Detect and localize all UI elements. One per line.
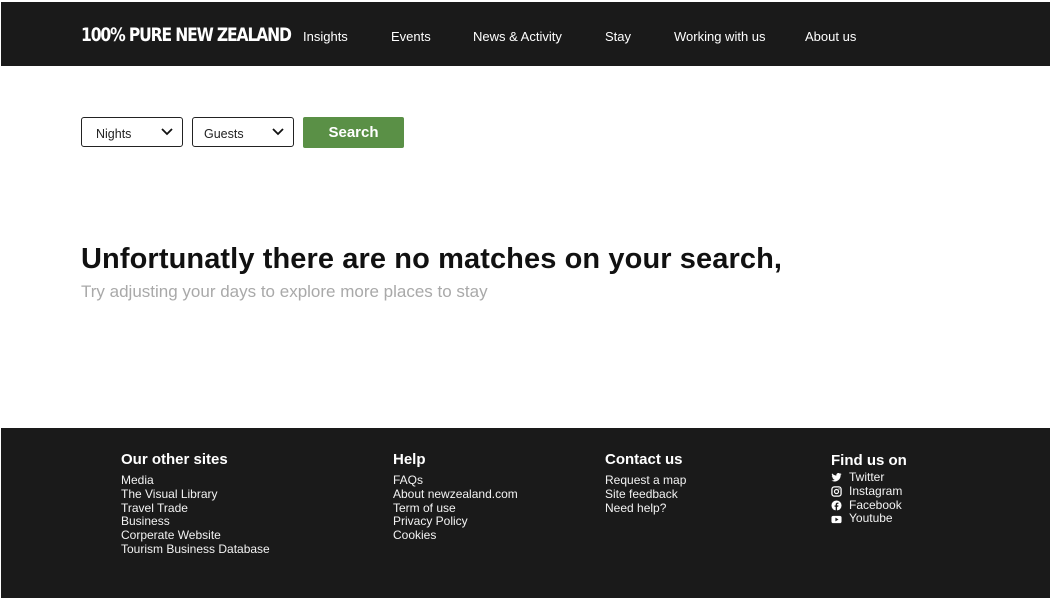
nav-news-activity[interactable]: News & Activity: [473, 29, 562, 44]
nav-working-with-us[interactable]: Working with us: [674, 29, 766, 44]
footer-link-site-feedback[interactable]: Site feedback: [605, 487, 686, 502]
no-results-headline: Unfortunatly there are no matches on you…: [81, 243, 783, 275]
chevron-down-icon: [272, 128, 284, 136]
footer-link-visual-library[interactable]: The Visual Library: [121, 487, 270, 502]
guests-select[interactable]: Guests: [192, 117, 294, 147]
nav-insights[interactable]: Insights: [303, 29, 348, 44]
youtube-label: Youtube: [849, 511, 893, 526]
footer-link-business[interactable]: Business: [121, 515, 270, 529]
footer-other-sites: Our other sites Media The Visual Library…: [121, 451, 270, 557]
site-logo[interactable]: 100% PURE NEW ZEALAND: [81, 24, 292, 46]
facebook-label: Facebook: [849, 497, 902, 512]
footer-link-twitter[interactable]: Twitter: [831, 470, 907, 485]
twitter-label: Twitter: [849, 470, 885, 484]
instagram-label: Instagram: [849, 483, 903, 498]
footer-help-title: Help: [393, 451, 426, 468]
nav-events[interactable]: Events: [391, 29, 431, 44]
footer-link-cookies[interactable]: Cookies: [393, 528, 518, 543]
twitter-icon: [831, 473, 842, 482]
nights-select[interactable]: Nights: [81, 117, 183, 147]
footer-contact: Contact us Request a map Site feedback N…: [605, 451, 686, 515]
footer-help: Help FAQs About newzealand.com Term of u…: [393, 451, 518, 543]
search-button[interactable]: Search: [303, 117, 404, 148]
guests-select-label: Guests: [204, 127, 244, 141]
nav-about-us[interactable]: About us: [805, 29, 856, 44]
footer-link-terms[interactable]: Term of use: [393, 501, 518, 516]
footer-social-title: Find us on: [831, 452, 907, 469]
nav-stay[interactable]: Stay: [605, 29, 631, 44]
footer-link-instagram[interactable]: Instagram: [831, 483, 907, 499]
footer-link-about[interactable]: About newzealand.com: [393, 487, 518, 502]
footer-link-faqs[interactable]: FAQs: [393, 473, 518, 488]
footer-link-media[interactable]: Media: [121, 473, 270, 488]
footer-social: Find us on Twitter Instagram Facebook Yo…: [831, 452, 907, 526]
youtube-icon: [831, 515, 842, 523]
nights-select-label: Nights: [96, 127, 132, 141]
footer-link-facebook[interactable]: Facebook: [831, 497, 907, 513]
facebook-icon: [831, 500, 842, 511]
footer-link-request-map[interactable]: Request a map: [605, 473, 686, 488]
footer-contact-title: Contact us: [605, 451, 683, 468]
top-navigation-bar: 100% PURE NEW ZEALAND Insights Events Ne…: [1, 2, 1050, 66]
footer-other-sites-title: Our other sites: [121, 451, 228, 468]
footer-link-corporate-website[interactable]: Corperate Website: [121, 528, 270, 543]
site-footer: Our other sites Media The Visual Library…: [1, 428, 1050, 598]
footer-link-travel-trade[interactable]: Travel Trade: [121, 501, 270, 516]
footer-link-privacy[interactable]: Privacy Policy: [393, 515, 518, 529]
footer-link-need-help[interactable]: Need help?: [605, 501, 686, 516]
instagram-icon: [831, 486, 842, 497]
chevron-down-icon: [161, 128, 173, 136]
no-results-hint: Try adjusting your days to explore more …: [81, 282, 488, 301]
footer-link-youtube[interactable]: Youtube: [831, 512, 907, 526]
footer-link-tourism-business-database[interactable]: Tourism Business Database: [121, 542, 270, 557]
